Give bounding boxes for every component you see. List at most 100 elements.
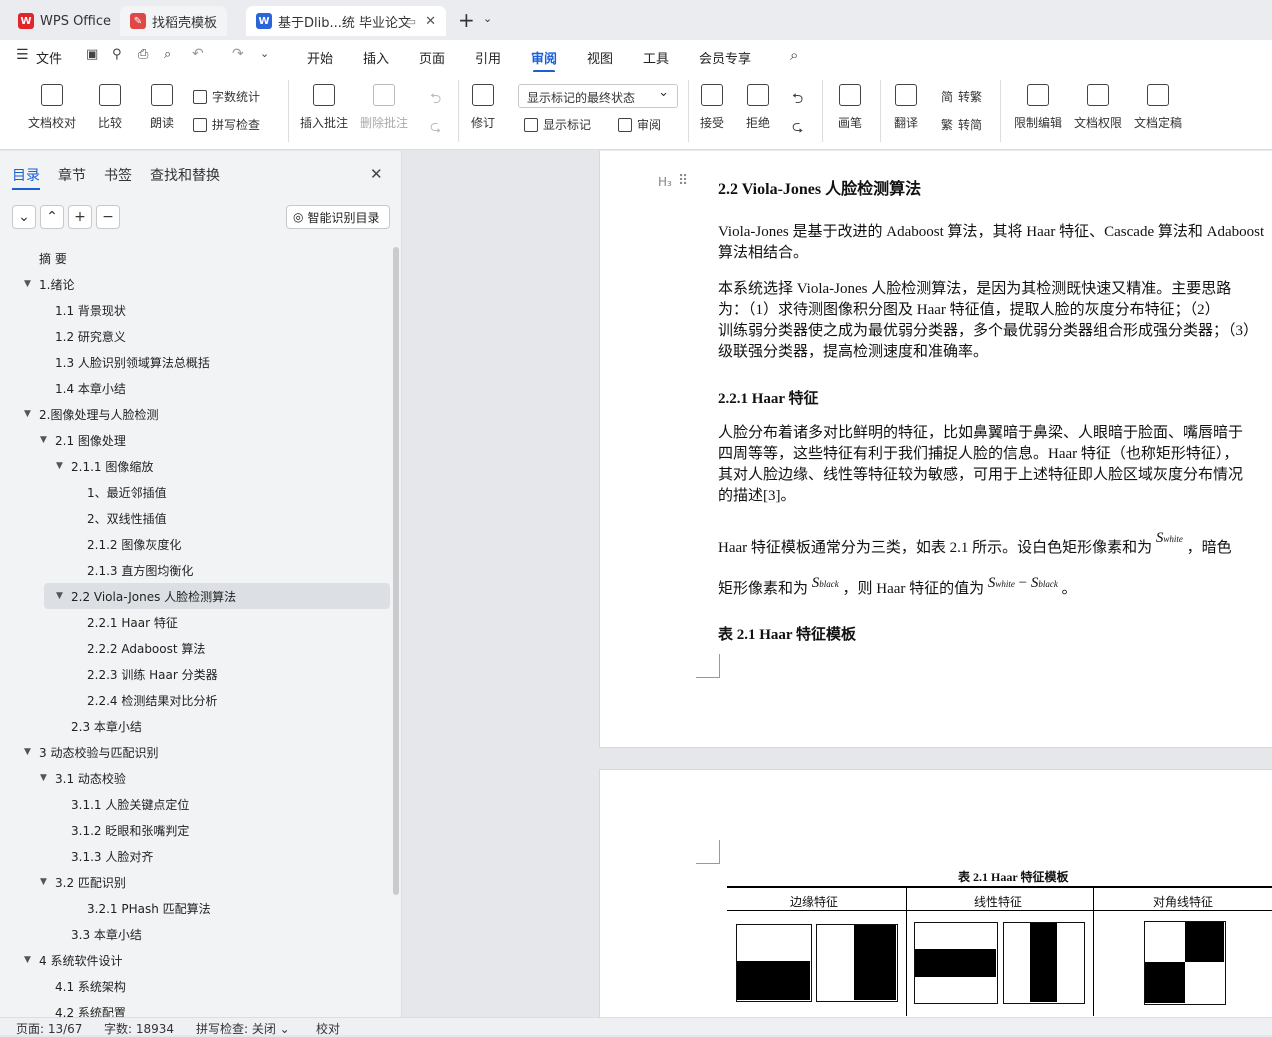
doc-finalize-button[interactable]: 文档定稿 <box>1134 84 1182 131</box>
word-count-button[interactable]: 字数统计 <box>193 88 260 105</box>
collapse-button[interactable]: ⌃ <box>40 205 64 229</box>
spell-check-status[interactable]: 拼写检查: 关闭 ⌄ <box>196 1020 290 1037</box>
search-icon[interactable]: ⌕ <box>790 46 798 64</box>
show-markup-button[interactable]: 显示标记 <box>524 116 591 133</box>
translate-button[interactable]: 翻译 <box>894 84 918 131</box>
toc-item[interactable]: 4.1 系统架构 <box>0 973 390 999</box>
read-aloud-button[interactable]: 朗读 <box>150 84 174 131</box>
toc-scrollbar[interactable] <box>393 247 399 895</box>
markup-state-select[interactable]: 显示标记的最终状态 <box>518 84 678 108</box>
share-icon[interactable]: ⚲ <box>112 47 122 62</box>
review-pane-button[interactable]: 审阅 <box>618 116 661 133</box>
toc-item[interactable]: 3.1.1 人脸关键点定位 <box>0 791 390 817</box>
spell-check-button[interactable]: 拼写检查 <box>193 116 260 133</box>
toc-item[interactable]: ▼ 1.绪论 <box>0 271 390 297</box>
print-icon[interactable]: ⎙ <box>138 47 148 62</box>
new-tab-icon[interactable]: + <box>458 8 475 32</box>
toc-item[interactable]: 1.3 人脸识别领域算法总概括 <box>0 349 390 375</box>
expand-arrow-icon[interactable]: ▼ <box>24 955 31 965</box>
to-simplified-button[interactable]: 繁 转简 <box>941 116 982 133</box>
toc-item[interactable]: 1、最近邻插值 <box>0 479 390 505</box>
toc-item[interactable]: ▼ 3 动态校验与匹配识别 <box>0 739 390 765</box>
menu-start[interactable]: 开始 <box>307 48 333 67</box>
toc-item[interactable]: 3.3 本章小结 <box>0 921 390 947</box>
add-heading-button[interactable]: + <box>68 205 92 229</box>
menu-review[interactable]: 审阅 <box>531 48 557 73</box>
reject-button[interactable]: 拒绝 <box>746 84 770 131</box>
doc-permission-button[interactable]: 文档权限 <box>1074 84 1122 131</box>
next-change-icon[interactable]: ⮎ <box>792 116 803 140</box>
toc-item[interactable]: 3.1.3 人脸对齐 <box>0 843 390 869</box>
heading-style-marker[interactable]: H₃ <box>658 175 672 189</box>
expand-arrow-icon[interactable]: ▼ <box>24 409 31 419</box>
toc-item[interactable]: ▼ 2.2 Viola-Jones 人脸检测算法 <box>44 583 390 609</box>
toc-item[interactable]: ▼ 3.1 动态校验 <box>0 765 390 791</box>
tab-sections[interactable]: 章节 <box>58 165 86 185</box>
toc-item[interactable]: 1.4 本章小结 <box>0 375 390 401</box>
remove-heading-button[interactable]: − <box>96 205 120 229</box>
toc-item[interactable]: 2.2.3 训练 Haar 分类器 <box>0 661 390 687</box>
save-icon[interactable]: ▣ <box>86 47 98 62</box>
expand-arrow-icon[interactable]: ▼ <box>24 747 31 757</box>
expand-arrow-icon[interactable]: ▼ <box>56 591 63 601</box>
tab-wps-office[interactable]: W WPS Office <box>8 6 121 36</box>
menu-page[interactable]: 页面 <box>419 48 445 67</box>
toc-item[interactable]: 2.1.3 直方图均衡化 <box>0 557 390 583</box>
tab-document[interactable]: W 基于Dlib...统 毕业论文 ▭ ✕ <box>246 6 446 36</box>
toc-item[interactable]: 1.1 背景现状 <box>0 297 390 323</box>
expand-arrow-icon[interactable]: ▼ <box>40 435 47 445</box>
revise-button[interactable]: 修订 <box>471 84 495 131</box>
page-indicator[interactable]: 页面: 13/67 <box>16 1020 82 1037</box>
expand-arrow-icon[interactable]: ▼ <box>24 279 31 289</box>
insert-comment-button[interactable]: 插入批注 <box>300 84 348 131</box>
toc-item[interactable]: 2.2.1 Haar 特征 <box>0 609 390 635</box>
tab-docer[interactable]: ✎ 找稻壳模板 <box>120 6 228 36</box>
expand-all-button[interactable]: ⌄ <box>12 205 36 229</box>
tab-find-replace[interactable]: 查找和替换 <box>150 165 220 185</box>
toc-item[interactable]: 2.2.4 检测结果对比分析 <box>0 687 390 713</box>
close-tab-icon[interactable]: ✕ <box>425 14 436 29</box>
prev-change-icon[interactable]: ⮌ <box>792 88 803 112</box>
to-traditional-button[interactable]: 简 转繁 <box>941 88 982 105</box>
monitor-icon[interactable]: ▭ <box>406 15 416 28</box>
delete-comment-button[interactable]: 删除批注 <box>360 84 408 131</box>
expand-arrow-icon[interactable]: ▼ <box>56 461 63 471</box>
menu-view[interactable]: 视图 <box>587 48 613 67</box>
proofread-status[interactable]: 校对 <box>316 1020 340 1037</box>
toc-item[interactable]: 2.1.2 图像灰度化 <box>0 531 390 557</box>
menu-reference[interactable]: 引用 <box>475 48 501 67</box>
toc-item[interactable]: 1.2 研究意义 <box>0 323 390 349</box>
toc-item[interactable]: ▼ 2.1 图像处理 <box>0 427 390 453</box>
tab-bookmarks[interactable]: 书签 <box>104 165 132 185</box>
print-preview-icon[interactable]: ⌕ <box>164 47 171 62</box>
menu-tools[interactable]: 工具 <box>643 48 669 67</box>
more-quick-icon[interactable]: ⌄ <box>260 47 269 60</box>
toc-item[interactable]: 摘 要 <box>0 245 390 271</box>
menu-file[interactable]: 文件 <box>36 48 62 67</box>
expand-arrow-icon[interactable]: ▼ <box>40 773 47 783</box>
menu-member[interactable]: 会员专享 <box>699 48 751 67</box>
toc-item[interactable]: ▼ 2.1.1 图像缩放 <box>0 453 390 479</box>
tab-toc[interactable]: 目录 <box>12 165 40 190</box>
next-comment-icon[interactable]: ⮎ <box>430 116 441 140</box>
toc-item[interactable]: 2、双线性插值 <box>0 505 390 531</box>
undo-icon[interactable]: ↶ <box>192 46 204 62</box>
restrict-edit-button[interactable]: 限制编辑 <box>1014 84 1062 131</box>
toc-item[interactable]: 3.1.2 眨眼和张嘴判定 <box>0 817 390 843</box>
proofread-button[interactable]: 文档校对 <box>28 84 76 131</box>
toc-item[interactable]: ▼ 3.2 匹配识别 <box>0 869 390 895</box>
menu-insert[interactable]: 插入 <box>363 48 389 67</box>
prev-comment-icon[interactable]: ⮌ <box>430 88 441 112</box>
accept-button[interactable]: 接受 <box>700 84 724 131</box>
toc-item[interactable]: 2.3 本章小结 <box>0 713 390 739</box>
compare-button[interactable]: 比较 <box>98 84 122 131</box>
smart-toc-button[interactable]: ◎ 智能识别目录 <box>286 205 390 229</box>
pen-button[interactable]: 画笔 <box>838 84 862 131</box>
close-pane-icon[interactable]: ✕ <box>370 165 383 183</box>
toc-item[interactable]: ▼ 4 系统软件设计 <box>0 947 390 973</box>
expand-arrow-icon[interactable]: ▼ <box>40 877 47 887</box>
toc-item[interactable]: 3.2.1 PHash 匹配算法 <box>0 895 390 921</box>
toc-item[interactable]: 2.2.2 Adaboost 算法 <box>0 635 390 661</box>
toc-item[interactable]: ▼ 2.图像处理与人脸检测 <box>0 401 390 427</box>
tab-dropdown-icon[interactable]: ⌄ <box>483 12 492 25</box>
